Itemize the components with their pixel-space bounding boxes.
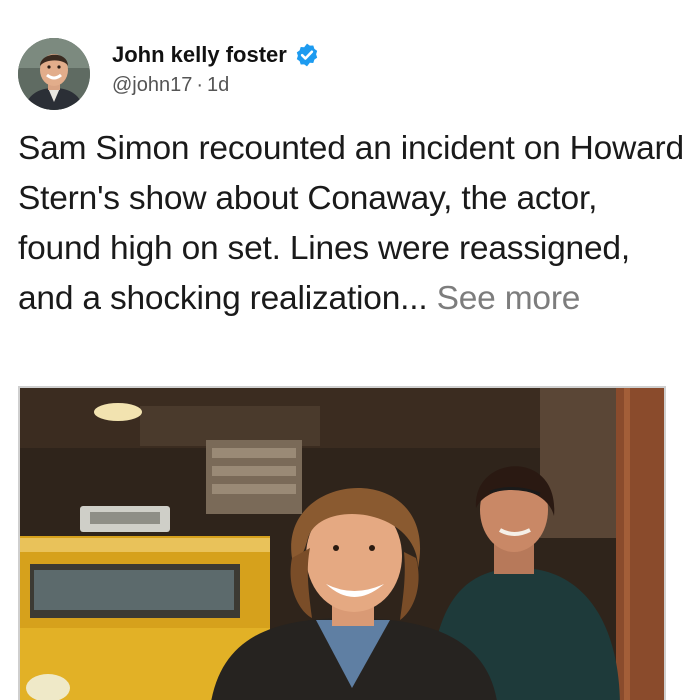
verified-badge-icon	[294, 42, 320, 68]
post-card: John kelly foster @john17 · 1d Sam Simon r…	[0, 0, 700, 700]
author-name-row: John kelly foster	[112, 40, 320, 70]
post-timestamp[interactable]: 1d	[207, 74, 229, 96]
post-text-content: Sam Simon recounted an incident on Howar…	[18, 130, 684, 317]
post-header: John kelly foster @john17 · 1d	[18, 38, 320, 110]
author-handle[interactable]: @john17	[112, 74, 192, 96]
author-name[interactable]: John kelly foster	[112, 42, 287, 68]
avatar[interactable]	[18, 38, 90, 110]
post-text: Sam Simon recounted an incident on Howar…	[18, 124, 688, 324]
see-more-link[interactable]: See more	[437, 280, 581, 317]
meta-separator: ·	[196, 74, 204, 96]
post-meta: @john17 · 1d	[112, 74, 320, 97]
post-image[interactable]	[18, 386, 666, 700]
author-block: John kelly foster @john17 · 1d	[112, 40, 320, 97]
